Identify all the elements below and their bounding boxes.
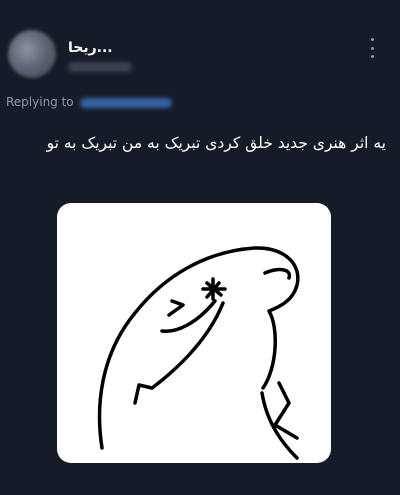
- reply-handle-blurred[interactable]: [80, 98, 172, 108]
- author-handle-blurred: [68, 62, 132, 72]
- replying-to-label: Replying to: [6, 95, 74, 109]
- blob-character-drawing: [97, 246, 300, 460]
- avatar[interactable]: [8, 30, 56, 78]
- tweet-media-image[interactable]: [57, 203, 331, 463]
- author-name[interactable]: ریحا...: [68, 40, 113, 56]
- more-options-icon[interactable]: [362, 38, 382, 58]
- tweet-text: یه اثر هنری جدید خلق کردی تبریک به من تب…: [46, 134, 386, 152]
